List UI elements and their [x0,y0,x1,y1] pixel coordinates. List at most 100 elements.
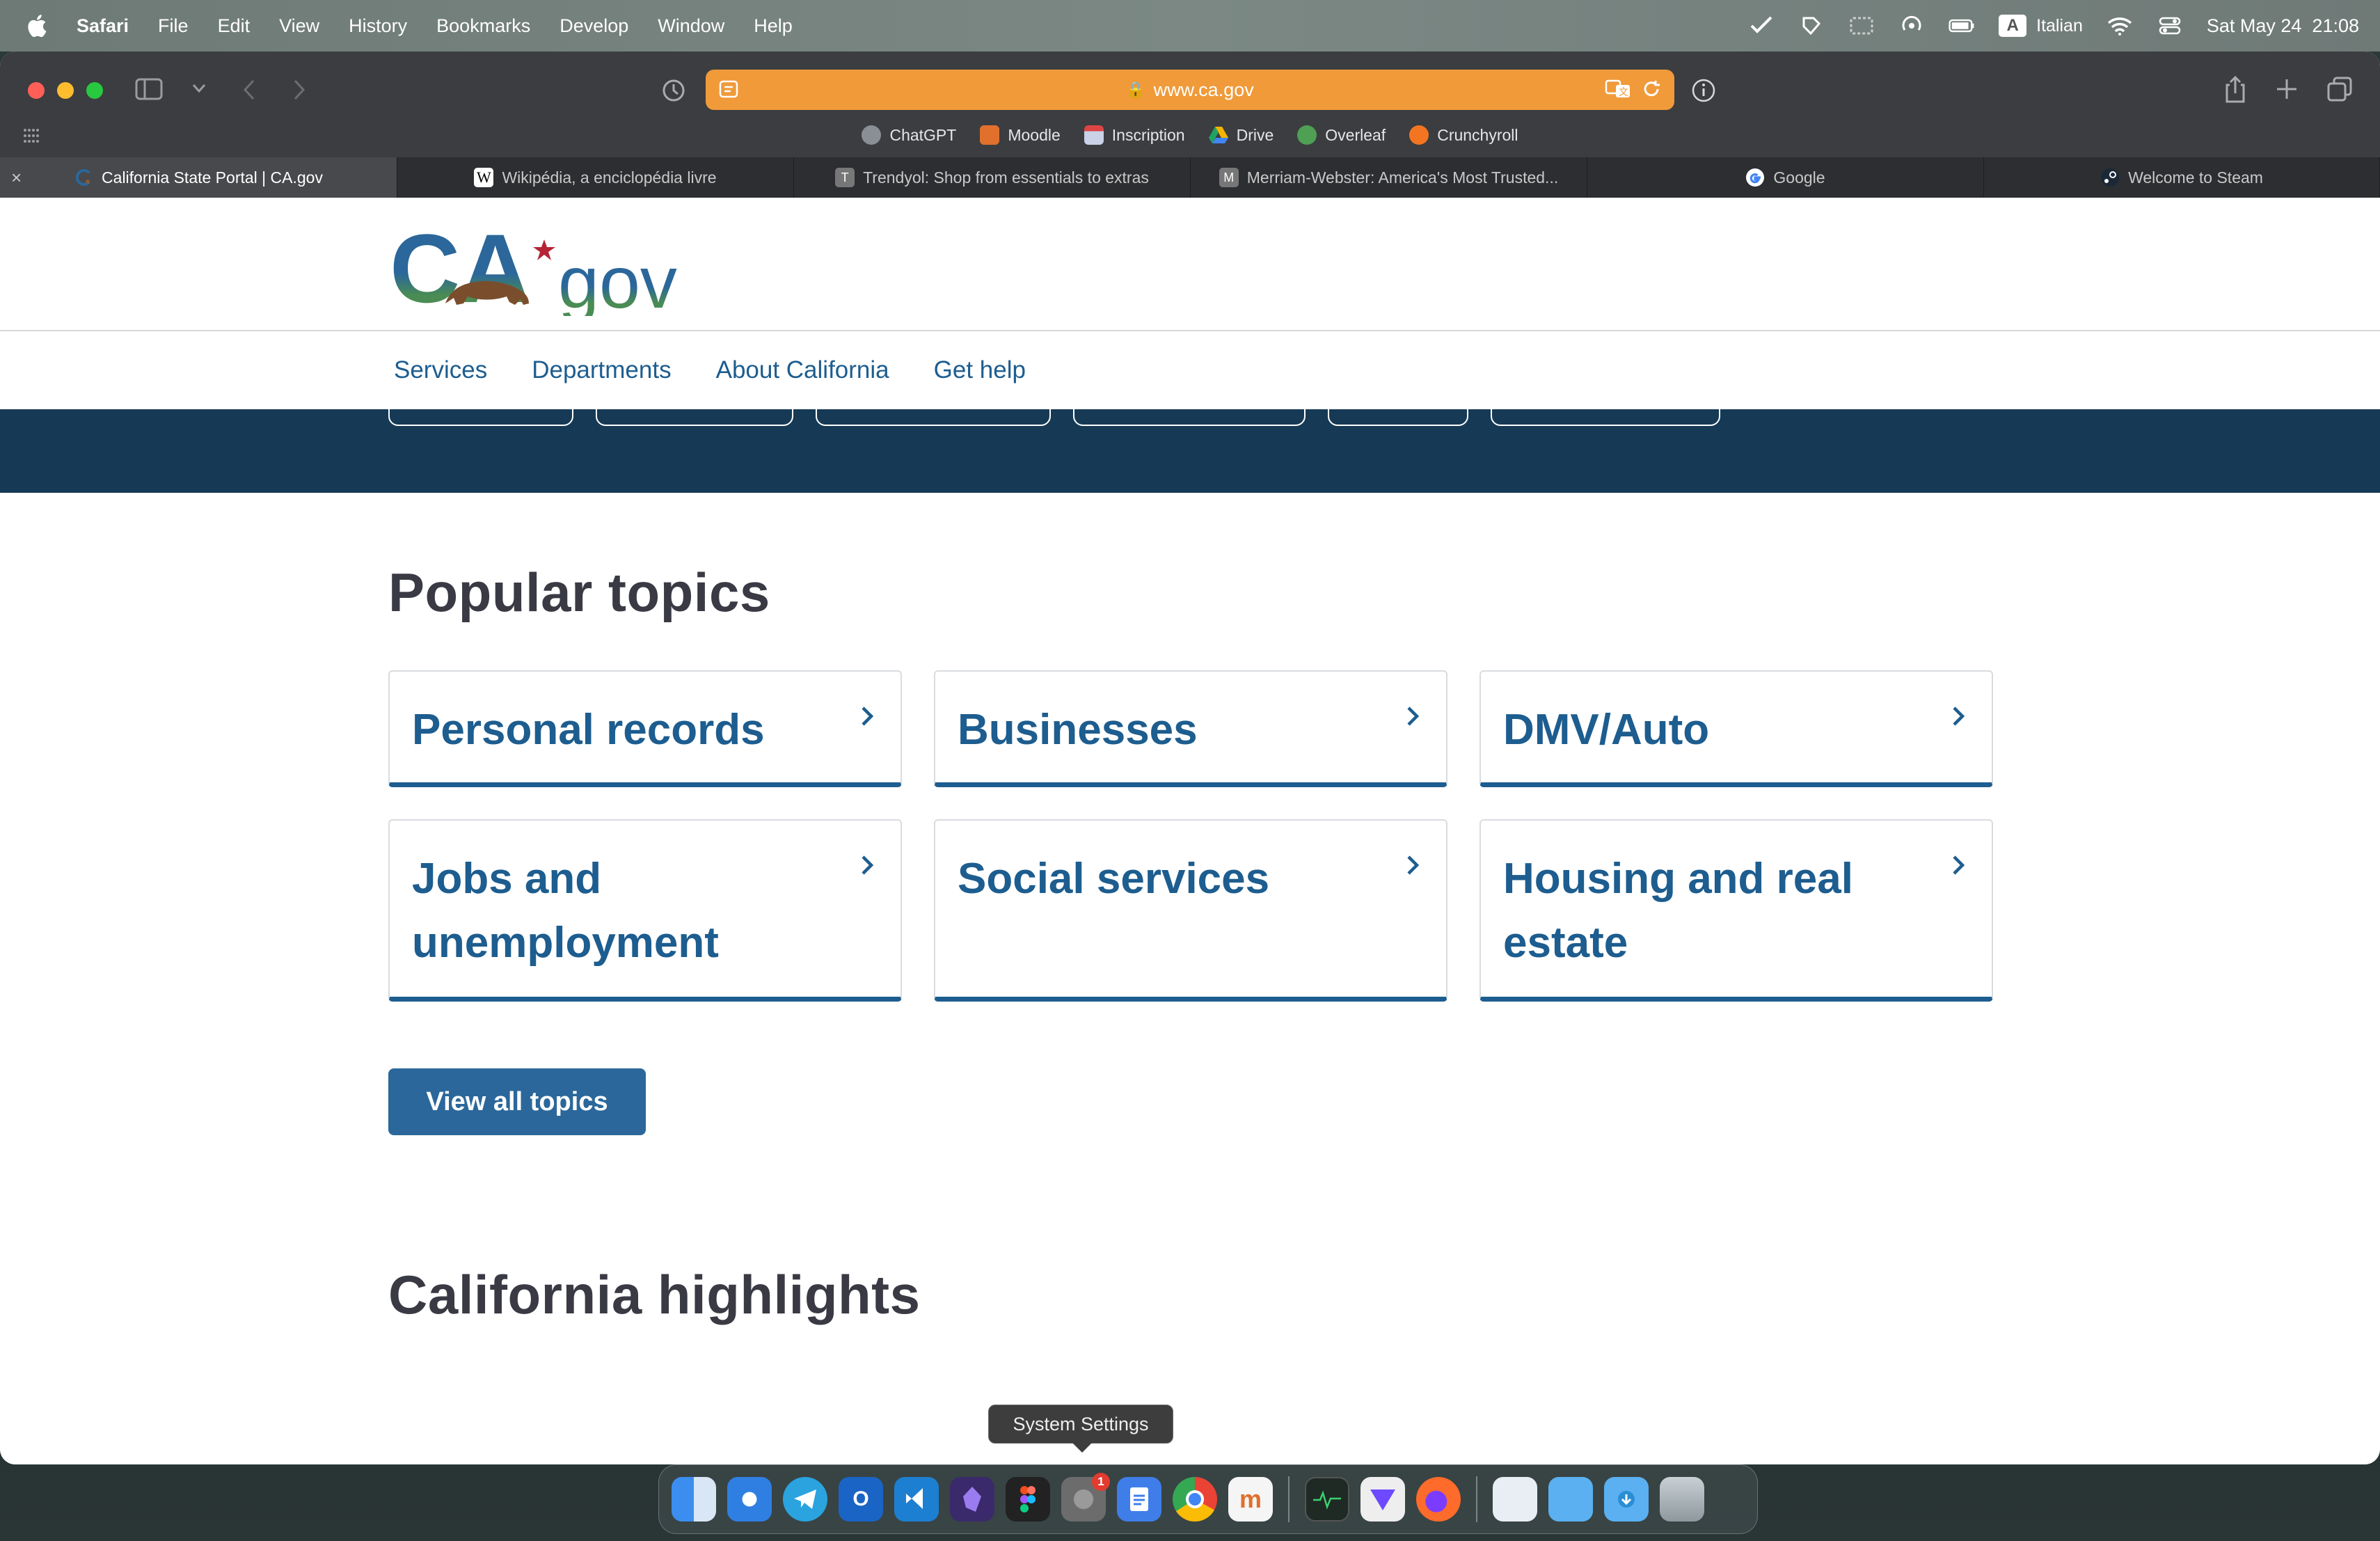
dock-tooltip: System Settings [988,1405,1173,1453]
history-clock-icon[interactable] [661,78,686,103]
nav-services[interactable]: Services [394,356,487,384]
hero-pill-button[interactable] [816,409,1051,426]
menu-app-name[interactable]: Safari [77,15,129,37]
dock-separator [1288,1476,1290,1522]
menu-view[interactable]: View [279,15,319,37]
google-docs-icon[interactable] [1117,1477,1161,1522]
tab-california[interactable]: × California State Portal | CA.gov [0,157,397,198]
topic-title: Social services [958,855,1270,903]
status-area: A Italian Sat May 24 21:08 [1748,0,2359,52]
menu-bookmarks[interactable]: Bookmarks [436,15,530,37]
bookmark-chatgpt[interactable]: ChatGPT [862,125,956,145]
downloads-folder-icon[interactable] [1604,1477,1649,1522]
obsidian-icon[interactable] [950,1477,994,1522]
translate-icon[interactable]: 文 [1605,78,1631,100]
nav-get-help[interactable]: Get help [934,356,1026,384]
bookmark-tag-icon[interactable] [1798,14,1825,38]
google-favicon-icon [1746,168,1765,187]
address-bar[interactable]: 🔒 www.ca.gov 文 [706,70,1674,110]
tab-overview-icon[interactable] [2327,77,2352,102]
input-source-menu[interactable]: A Italian [1999,15,2083,37]
telegram-icon[interactable] [783,1477,827,1522]
topic-card-businesses[interactable]: Businesses [934,670,1447,787]
control-center-icon[interactable] [2157,14,2183,38]
page-menu-icon[interactable] [718,79,739,100]
topic-card-personal-records[interactable]: Personal records [388,670,902,787]
vscode-icon[interactable] [894,1477,939,1522]
new-tab-plus-icon[interactable] [2276,78,2298,100]
activity-monitor-icon[interactable] [1305,1477,1349,1522]
firefox-icon[interactable] [1416,1477,1461,1522]
topic-card-housing-real-estate[interactable]: Housing and real estate [1479,819,1993,1002]
web-page: CA gov Services Departments About Califo… [0,198,2380,1464]
back-arrow-icon[interactable] [242,79,256,100]
bookmark-crunchyroll[interactable]: Crunchyroll [1409,125,1518,145]
documents-file-icon[interactable] [1493,1477,1537,1522]
hero-pill-button[interactable] [596,409,793,426]
tab-steam[interactable]: Welcome to Steam [1984,157,2380,198]
grid-apps-icon[interactable] [22,127,40,145]
input-source-icon: A [1999,15,2027,37]
tab-merriam-webster[interactable]: M Merriam-Webster: America's Most Truste… [1191,157,1587,198]
checkmark-shield-icon[interactable] [1748,14,1775,38]
wifi-icon[interactable] [2107,14,2133,38]
chrome-icon[interactable] [1173,1477,1217,1522]
topic-card-jobs-unemployment[interactable]: Jobs and unemployment [388,819,902,1002]
menubar-clock[interactable]: Sat May 24 21:08 [2207,15,2359,37]
proton-vpn-icon[interactable] [1360,1477,1405,1522]
california-highlights-heading: California highlights [388,1264,921,1325]
tab-google[interactable]: Google [1587,157,1984,198]
topic-card-social-services[interactable]: Social services [934,819,1447,1002]
hero-pill-button[interactable] [1491,409,1720,426]
menu-develop[interactable]: Develop [560,15,628,37]
finder-icon[interactable] [672,1477,716,1522]
menu-window[interactable]: Window [658,15,724,37]
close-tab-icon[interactable]: × [11,167,22,189]
bookmark-moodle[interactable]: Moodle [980,125,1061,145]
tab-wikipedia[interactable]: W Wikipédia, a enciclopédia livre [397,157,794,198]
topic-title: Housing and real estate [1503,855,1853,967]
airdrop-icon[interactable] [1898,14,1925,38]
share-icon[interactable] [2224,75,2246,103]
topic-card-dmv-auto[interactable]: DMV/Auto [1479,670,1993,787]
view-all-topics-button[interactable]: View all topics [388,1068,646,1135]
zoom-window-button[interactable] [86,82,103,99]
system-settings-icon[interactable]: 1 [1061,1473,1110,1522]
close-window-button[interactable] [28,82,45,99]
figma-icon[interactable] [1006,1477,1050,1522]
nav-about-california[interactable]: About California [716,356,889,384]
moodle-app-icon[interactable]: m [1228,1477,1273,1522]
bookmark-label: Inscription [1111,125,1185,144]
moodle-icon [980,125,1000,145]
info-icon[interactable] [1691,78,1716,103]
apple-icon[interactable] [25,13,51,39]
bookmark-overleaf[interactable]: Overleaf [1297,125,1386,145]
bookmark-drive[interactable]: Drive [1208,126,1274,145]
reload-icon[interactable] [1641,78,1662,100]
safari-icon[interactable] [727,1477,772,1522]
bookmark-inscription[interactable]: Inscription [1084,125,1185,145]
hero-pill-button[interactable] [1328,409,1468,426]
nav-departments[interactable]: Departments [532,356,671,384]
folder-icon[interactable] [1548,1477,1593,1522]
outlook-icon[interactable]: O [839,1477,883,1522]
popular-topics-heading: Popular topics [388,562,770,623]
battery-icon[interactable] [1949,14,1975,38]
menu-file[interactable]: File [158,15,189,37]
forward-arrow-icon[interactable] [292,79,306,100]
trash-icon[interactable] [1660,1477,1704,1522]
screen-mirror-icon[interactable] [1848,14,1875,38]
chevron-right-icon [1407,855,1420,875]
menu-edit[interactable]: Edit [218,15,251,37]
sidebar-toggle-icon[interactable] [135,78,163,100]
menu-history[interactable]: History [349,15,407,37]
merriam-webster-favicon-icon: M [1219,168,1239,187]
tab-trendyol[interactable]: T Trendyol: Shop from essentials to extr… [794,157,1191,198]
hero-pill-button[interactable] [388,409,573,426]
menu-help[interactable]: Help [754,15,793,37]
url-text[interactable]: www.ca.gov [1154,79,1254,101]
ca-gov-logo[interactable]: CA gov [390,219,703,316]
hero-pill-button[interactable] [1073,409,1306,426]
tab-group-chevron-down-icon[interactable] [192,84,206,93]
minimize-window-button[interactable] [57,82,74,99]
